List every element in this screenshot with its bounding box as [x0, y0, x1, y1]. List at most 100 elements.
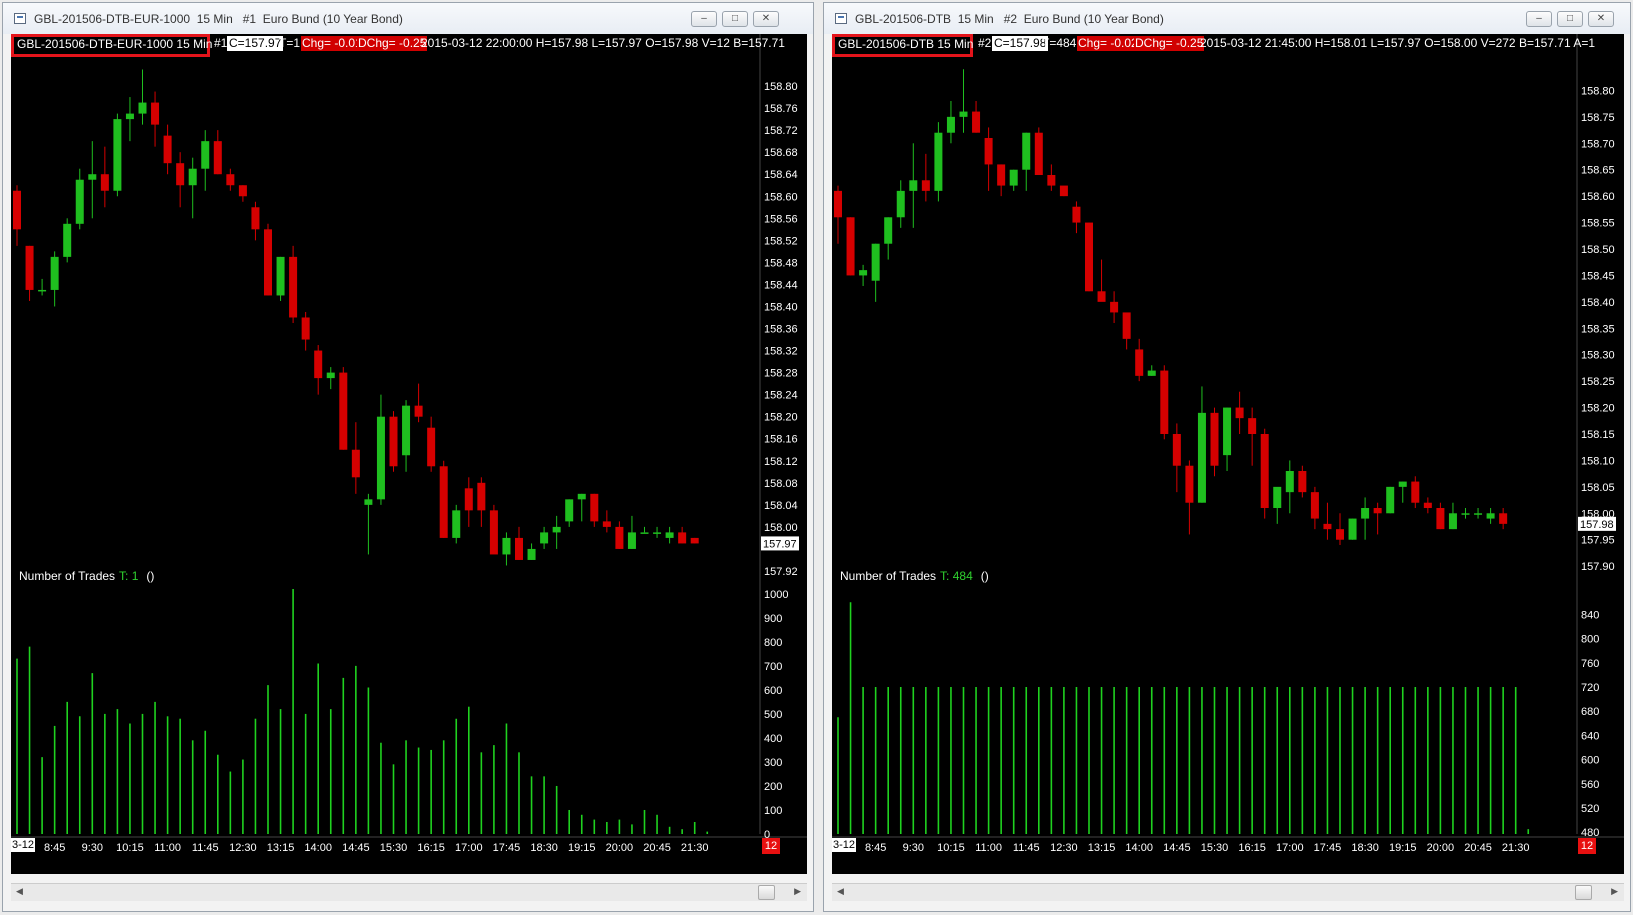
- time-tick-label: 20:00: [1427, 842, 1455, 854]
- title-bar[interactable]: GBL-201506-DTB-EUR-1000 15 Min #1 Euro B…: [3, 3, 813, 34]
- candle-body: [921, 180, 930, 191]
- candle-body: [627, 532, 636, 549]
- candle-body: [63, 223, 72, 257]
- candle-body: [984, 138, 993, 165]
- minimize-button[interactable]: –: [691, 11, 717, 27]
- candle-body: [653, 532, 662, 534]
- time-tick-label: 20:45: [643, 842, 671, 854]
- time-tick-label: 17:45: [1314, 842, 1342, 854]
- price-tick-label: 158.56: [764, 213, 798, 225]
- title-bar[interactable]: GBL-201506-DTB 15 Min #2 Euro Bund (10 Y…: [824, 3, 1630, 34]
- candle-body: [1323, 523, 1332, 530]
- chart-pane[interactable]: 158.80 158.76 158.72 158.68 158.64 158.60 158.…: [11, 34, 807, 874]
- maximize-button[interactable]: □: [722, 11, 748, 27]
- time-tick-label: 15:30: [380, 842, 408, 854]
- chart-window-2[interactable]: GBL-201506-DTB 15 Min #2 Euro Bund (10 Y…: [823, 2, 1631, 912]
- time-tick-label: 18:30: [1351, 842, 1379, 854]
- volume-tick-label: 680: [1581, 706, 1599, 718]
- change-value: Chg= -0.01: [301, 36, 363, 51]
- maximize-button[interactable]: □: [1557, 11, 1583, 27]
- volume-tick-label: 600: [1581, 755, 1599, 767]
- price-tick-label: 158.04: [764, 500, 798, 512]
- candle-body: [1197, 412, 1206, 503]
- scroll-right-icon[interactable]: ▶: [1611, 886, 1618, 897]
- candle-body: [1059, 185, 1068, 197]
- candle-body: [1411, 481, 1420, 503]
- time-tick-label: 14:00: [304, 842, 332, 854]
- price-tick-label: 158.25: [1581, 376, 1615, 388]
- price-tick-label: 158.20: [764, 412, 798, 424]
- price-tick-label: 158.48: [764, 257, 798, 269]
- candle-body: [138, 102, 147, 114]
- price-tick-label: 158.80: [1581, 85, 1615, 97]
- volume-tick-label: 200: [764, 781, 782, 793]
- price-tick-label: 158.00: [764, 522, 798, 534]
- daily-change-value: DChg= -0.25: [1134, 36, 1205, 51]
- candle-body: [615, 526, 624, 549]
- time-tick-label: 12:30: [229, 842, 257, 854]
- candle-body: [1398, 481, 1407, 487]
- price-tick-label: 158.35: [1581, 323, 1615, 335]
- volume-tick-label: 640: [1581, 730, 1599, 742]
- time-tick-label: 11:45: [1013, 842, 1040, 854]
- time-tick-label: 9:30: [82, 842, 103, 854]
- volume-tick-label: 400: [764, 733, 782, 745]
- time-tick-label: 9:30: [903, 842, 924, 854]
- candle-body: [389, 416, 398, 467]
- candle-body: [1072, 206, 1081, 223]
- candle-body: [1436, 508, 1445, 530]
- chart-canvas[interactable]: 158.80 158.76 158.72 158.68 158.64 158.60 158.…: [11, 34, 807, 874]
- volume-tick-label: 500: [764, 709, 782, 721]
- chart-window-1[interactable]: GBL-201506-DTB-EUR-1000 15 Min #1 Euro B…: [2, 2, 814, 912]
- candle-body: [326, 372, 335, 379]
- time-tick-label: 14:45: [342, 842, 370, 854]
- time-tick-label: 11:45: [192, 842, 219, 854]
- candle-body: [151, 102, 160, 125]
- candle-body: [163, 135, 172, 164]
- scroll-left-icon[interactable]: ◀: [16, 886, 23, 897]
- time-tick-label: 20:45: [1464, 842, 1492, 854]
- close-button[interactable]: ✕: [753, 11, 779, 27]
- candle-body: [376, 416, 385, 500]
- scroll-thumb[interactable]: [1575, 885, 1592, 900]
- chart-number: #1: [214, 36, 228, 50]
- time-tick-label: 19:15: [568, 842, 596, 854]
- price-tick-label: 158.52: [764, 235, 798, 247]
- volume-tick-label: 800: [1581, 634, 1599, 646]
- horizontal-scrollbar[interactable]: ◀ ▶: [832, 883, 1624, 901]
- time-tick-label: 19:15: [1389, 842, 1417, 854]
- candle-body: [464, 488, 473, 511]
- candle-body: [1135, 349, 1144, 376]
- scroll-left-icon[interactable]: ◀: [837, 886, 844, 897]
- price-tick-label: 158.40: [1581, 297, 1615, 309]
- time-tick-label: 21:30: [1502, 842, 1530, 854]
- candle-body: [289, 256, 298, 318]
- time-tick-label: 11:00: [154, 842, 181, 854]
- volume-tick-label: 100: [764, 805, 782, 817]
- price-tick-label: 158.76: [764, 103, 798, 115]
- scroll-right-icon[interactable]: ▶: [794, 886, 801, 897]
- time-tick-label: 16:15: [417, 842, 445, 854]
- indicator-params: (): [146, 569, 155, 583]
- bar-info: 2015-03-12 21:45:00 H=158.01 L=157.97 O=…: [1200, 36, 1596, 50]
- candle-body: [1223, 407, 1232, 456]
- horizontal-scrollbar[interactable]: ◀ ▶: [11, 883, 807, 901]
- daily-change-value: DChg= -0.25: [357, 36, 428, 51]
- close-value: C=157.97: [227, 36, 284, 51]
- candle-body: [1047, 175, 1056, 186]
- candle-body: [13, 190, 21, 230]
- time-tick-label: 13:15: [267, 842, 295, 854]
- volume-tick-label: 760: [1581, 658, 1599, 670]
- chart-canvas[interactable]: 158.80 158.75 158.70 158.65 158.60 158.55 158.…: [832, 34, 1624, 874]
- chart-pane[interactable]: 158.80 158.75 158.70 158.65 158.60 158.55 158.…: [832, 34, 1624, 874]
- minimize-button[interactable]: –: [1526, 11, 1552, 27]
- candle-body: [489, 510, 498, 555]
- close-button[interactable]: ✕: [1588, 11, 1614, 27]
- candle-body: [959, 111, 968, 117]
- candle-body: [1022, 132, 1031, 170]
- price-tick-label: 158.15: [1581, 429, 1615, 441]
- scroll-thumb[interactable]: [758, 885, 775, 900]
- candle-body: [38, 289, 47, 292]
- candle-body: [846, 217, 855, 276]
- candle-body: [238, 185, 247, 197]
